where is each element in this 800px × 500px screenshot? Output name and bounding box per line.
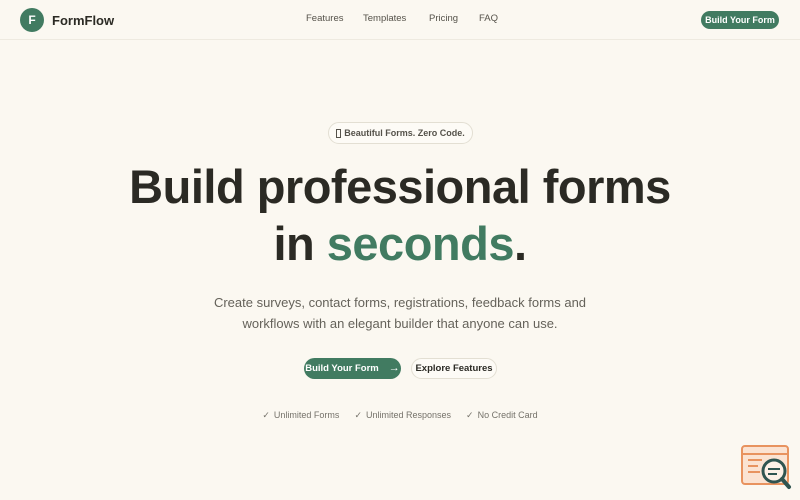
feature-item: ✓ Unlimited Responses	[354, 410, 451, 422]
explore-features-button[interactable]: Explore Features	[411, 358, 497, 379]
hero-subtitle: Create surveys, contact forms, registrat…	[213, 295, 587, 331]
check-icon: ✓	[262, 410, 270, 420]
arrow-right-icon: →	[388, 362, 400, 374]
build-form-button-label: Build Your Form	[305, 363, 379, 374]
badge-text: Beautiful Forms. Zero Code.	[344, 128, 465, 138]
hero-badge: Beautiful Forms. Zero Code.	[328, 122, 473, 144]
top-navbar: F FormFlow Features Templates Pricing FA…	[0, 0, 800, 40]
feature-list: ✓ Unlimited Forms ✓ Unlimited Responses ✓ N…	[0, 410, 800, 422]
feedback-widget[interactable]	[740, 444, 792, 490]
feature-label: No Credit Card	[477, 410, 538, 420]
nav-link-templates[interactable]: Templates	[363, 13, 406, 24]
nav-link-pricing[interactable]: Pricing	[429, 13, 458, 24]
hero-headline: Build professional forms in seconds.	[0, 158, 800, 272]
nav-link-faq[interactable]: FAQ	[479, 13, 498, 24]
nav-links: Features Templates Pricing FAQ	[0, 13, 800, 27]
check-icon: ✓	[466, 410, 474, 420]
check-icon: ✓	[354, 410, 362, 420]
nav-build-form-button[interactable]: Build Your Form	[701, 11, 779, 29]
feature-label: Unlimited Forms	[273, 410, 340, 420]
feature-item: ✓ Unlimited Forms	[262, 410, 339, 422]
headline-line-2-prefix: in	[273, 217, 327, 270]
feature-item: ✓ No Credit Card	[466, 410, 538, 422]
headline-line-2-suffix: .	[513, 217, 527, 270]
headline-accent: seconds	[326, 217, 515, 270]
sparkle-icon	[336, 128, 342, 138]
feedback-search-icon	[741, 445, 791, 489]
landing-page: F FormFlow Features Templates Pricing FA…	[0, 0, 800, 500]
build-form-button[interactable]: Build Your Form →	[304, 358, 401, 379]
feature-label: Unlimited Responses	[365, 410, 452, 420]
headline-line-1: Build professional forms	[129, 160, 671, 213]
nav-link-features[interactable]: Features	[306, 13, 344, 24]
